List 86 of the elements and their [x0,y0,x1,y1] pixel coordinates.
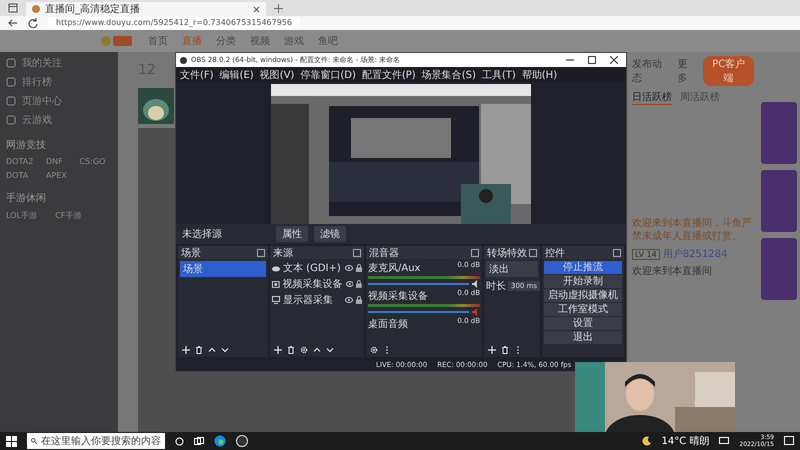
tab-actions-icon[interactable] [8,3,18,13]
eye-icon[interactable] [345,297,353,303]
down-icon[interactable] [326,346,334,354]
browser-tab[interactable]: 直播间_高清稳定直播 [26,2,266,16]
dock-title: 转场特效 [487,246,527,260]
address-field[interactable]: https://www.douyu.com/5925412_r=0.7340675315467956 [48,17,300,29]
control-button[interactable]: 开始录制 [544,275,622,288]
obs-icon[interactable] [236,435,248,447]
properties-button[interactable]: 属性 [276,226,308,242]
channel-name: 麦克风/Aux [368,262,420,275]
level-badge: LV 14 [632,248,660,260]
dock-title: 混音器 [369,246,399,260]
network-icon[interactable] [719,437,730,445]
menu-item[interactable]: 文件(F) [180,68,214,82]
menu-item[interactable]: 场景集合(S) [422,68,476,82]
menu-item[interactable]: 视图(V) [260,68,294,82]
undock-icon[interactable] [471,248,479,256]
notification-icon[interactable] [784,436,794,446]
undock-icon[interactable] [353,248,361,256]
dock-title: 控件 [545,246,565,260]
add-icon[interactable] [182,346,190,354]
cortana-icon[interactable] [175,436,184,446]
control-button[interactable]: 退出 [544,331,622,344]
obs-logo-icon [180,56,187,64]
lock-icon[interactable] [356,296,362,304]
source-item[interactable]: 视频采集设备 [272,277,362,291]
eye-icon[interactable] [345,265,353,271]
browser-icon[interactable] [214,435,226,447]
back-icon[interactable] [8,18,18,28]
undock-icon[interactable] [257,248,265,256]
up-icon[interactable] [208,346,216,354]
channel-name: 桌面音频 [368,318,408,331]
close-icon[interactable] [253,6,260,12]
source-item[interactable]: 文本 (GDI+) [272,261,362,275]
camera-icon [272,280,280,288]
control-button[interactable]: 启动虚拟摄像机 [544,289,622,302]
menu-item[interactable]: 停靠窗口(D) [300,68,356,82]
search-field[interactable]: 在这里输入你要搜索的内容 [27,433,165,449]
add-icon[interactable] [488,346,496,354]
menu-item[interactable]: 工具(T) [482,68,516,82]
chat-message: 欢迎来到本直播间 [632,264,712,278]
undock-icon[interactable] [529,248,537,256]
channel-name: 视频采集设备 [368,290,428,303]
scene-item[interactable]: 场景 [180,261,266,277]
lock-icon[interactable] [356,280,362,288]
maximize-icon[interactable] [588,56,596,64]
weather-text[interactable]: 14°C 晴朗 [662,434,710,448]
rank-tab[interactable]: 日活跃榜 [632,90,672,105]
notice-text: 欢迎来到本直播间，斗鱼严禁未成年人直播或打赏。 [632,217,753,243]
eye-icon[interactable] [346,281,354,287]
filters-button[interactable]: 滤镜 [314,226,346,242]
refresh-icon[interactable] [28,18,38,28]
transition-dropdown[interactable]: 淡出 [486,261,538,277]
gear-icon[interactable] [300,346,308,354]
control-button[interactable]: 工作室模式 [544,303,622,316]
dock-title: 场景 [181,246,201,260]
close-icon[interactable] [610,56,618,64]
lock-icon[interactable] [356,264,362,272]
duration-label: 时长 [486,280,506,293]
menu-item[interactable]: 帮助(H) [522,68,558,82]
trash-icon[interactable] [287,346,295,354]
dock-title: 来源 [273,246,293,260]
menu-item[interactable]: 配置文件(P) [362,68,416,82]
menu-item[interactable]: 编辑(E) [220,68,254,82]
control-button[interactable]: 停止推流 [544,261,622,274]
no-source-label: 未选择源 [182,228,223,241]
new-tab-icon[interactable] [274,4,283,12]
monitor-icon [272,296,280,304]
site-icon [32,5,40,13]
section-title: 手游休闲 [6,192,47,205]
undock-icon[interactable] [613,248,621,256]
search-icon [31,437,37,445]
trash-icon[interactable] [195,346,203,354]
source-item[interactable]: 显示器采集 [272,293,362,307]
down-icon[interactable] [221,346,229,354]
cloud-icon [272,264,280,272]
start-icon[interactable] [6,436,17,446]
add-icon[interactable] [274,346,282,354]
moon-icon [642,436,652,446]
gear-icon[interactable] [370,346,378,354]
section-title: 网游竞技 [6,138,47,152]
avatar-icon [138,88,174,124]
trash-icon[interactable] [501,346,509,354]
task-view-icon[interactable] [194,436,204,446]
control-button[interactable]: 设置 [544,317,622,330]
up-icon[interactable] [313,346,321,354]
